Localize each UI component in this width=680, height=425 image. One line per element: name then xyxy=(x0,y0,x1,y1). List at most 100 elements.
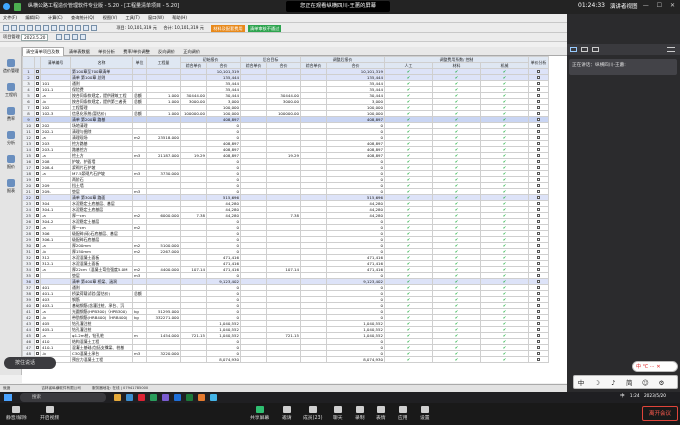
checkbox-icon[interactable] xyxy=(537,268,540,271)
col-name[interactable]: 名称 xyxy=(70,56,133,69)
hold-to-talk-button[interactable]: 按住说话 xyxy=(4,357,56,369)
cut-icon[interactable] xyxy=(35,25,41,31)
checkbox-icon[interactable] xyxy=(537,352,540,355)
reactions-button[interactable]: 表情 xyxy=(376,406,386,421)
cell-analysis[interactable] xyxy=(528,356,549,363)
checkbox-icon[interactable] xyxy=(537,232,540,235)
checkbox-icon[interactable] xyxy=(537,130,540,133)
save-icon[interactable] xyxy=(19,25,25,31)
checkbox-icon[interactable] xyxy=(537,118,540,121)
cell-t3[interactable]: 8,074,930 xyxy=(326,356,385,363)
new-icon[interactable] xyxy=(3,25,9,31)
checkbox-icon[interactable] xyxy=(36,214,39,217)
checkbox-icon[interactable] xyxy=(537,244,540,247)
checkbox-icon[interactable] xyxy=(36,298,39,301)
checkbox-icon[interactable] xyxy=(537,82,540,85)
nav-rate[interactable]: 费率 xyxy=(0,107,22,122)
edge-icon[interactable] xyxy=(126,394,133,401)
checkbox-icon[interactable] xyxy=(537,184,540,187)
checkbox-icon[interactable] xyxy=(36,292,39,295)
print-icon[interactable] xyxy=(27,25,33,31)
checkbox-icon[interactable] xyxy=(537,316,540,319)
cell-unit[interactable] xyxy=(132,356,147,363)
sort-icon[interactable] xyxy=(91,25,97,31)
checkbox-icon[interactable] xyxy=(537,124,540,127)
checkbox-icon[interactable] xyxy=(36,208,39,211)
window-icon[interactable] xyxy=(570,47,577,52)
window-controls[interactable]: — ☐ ✕ xyxy=(643,2,678,9)
cell-name[interactable]: 预应力混凝土工程 xyxy=(70,356,133,363)
cell-t1[interactable]: 8,074,930 xyxy=(206,356,241,363)
checkbox-icon[interactable] xyxy=(537,298,540,301)
list-icon[interactable] xyxy=(592,47,599,52)
checkbox-icon[interactable] xyxy=(537,70,540,73)
calculator-icon[interactable] xyxy=(75,25,81,31)
share-screen-button[interactable]: 共享屏幕 xyxy=(250,406,269,421)
ime-settings[interactable]: ⚙ xyxy=(654,376,668,390)
cell-qty[interactable] xyxy=(146,356,181,363)
col-unit[interactable]: 单位 xyxy=(132,56,147,69)
checkbox-icon[interactable] xyxy=(36,244,39,247)
checkbox-icon[interactable] xyxy=(537,292,540,295)
speaker-view-button[interactable]: 演讲者视图 xyxy=(610,2,638,10)
app-red-icon[interactable] xyxy=(138,394,145,401)
word-icon[interactable] xyxy=(174,394,181,401)
checkbox-icon[interactable] xyxy=(36,346,39,349)
cell-p3[interactable] xyxy=(300,356,327,363)
windows-icon[interactable] xyxy=(4,394,12,401)
table-row[interactable]: 49411预应力混凝土工程8,074,9308,074,930✔✔✔ xyxy=(22,356,549,363)
cell-coeff-check[interactable]: ✔ xyxy=(480,356,529,363)
app-green-icon[interactable] xyxy=(150,394,157,401)
ime-chinese[interactable]: 中 xyxy=(574,376,588,390)
cell-name[interactable]: 基础钢筋(含灌注桩、承台、沉 xyxy=(70,302,133,309)
checkbox-icon[interactable] xyxy=(36,178,39,181)
nav-analysis[interactable]: 分析 xyxy=(0,131,22,146)
checkbox-icon[interactable] xyxy=(537,76,540,79)
mute-button[interactable]: 静音/解除 xyxy=(6,406,27,421)
ime-simplified[interactable]: 简 xyxy=(622,376,636,390)
checkbox-icon[interactable] xyxy=(36,118,39,121)
checkbox-icon[interactable] xyxy=(537,172,540,175)
nav-price[interactable]: 报价 xyxy=(0,155,22,170)
menu-query[interactable]: 查询统计(Q) xyxy=(71,14,94,22)
checkbox-icon[interactable] xyxy=(36,136,39,139)
menu-help[interactable]: 帮助(H) xyxy=(172,14,187,22)
invite-button[interactable]: 邀请 xyxy=(282,406,292,421)
cell-p1[interactable]: 100000.00 xyxy=(180,110,207,117)
col-qty[interactable]: 工程量 xyxy=(146,56,181,69)
checkbox-icon[interactable] xyxy=(36,124,39,127)
checkbox-icon[interactable] xyxy=(36,148,39,151)
checkbox-icon[interactable] xyxy=(36,184,39,187)
cell-coeff-check[interactable]: ✔ xyxy=(384,356,433,363)
checkbox-icon[interactable] xyxy=(36,106,39,109)
checkbox-icon[interactable] xyxy=(537,208,540,211)
menu-file[interactable]: 文件(F) xyxy=(3,14,17,22)
cell-name[interactable]: 按合同条款规定，提供建筑工程 xyxy=(70,92,133,99)
checkbox-icon[interactable] xyxy=(36,286,39,289)
ime-status-pill[interactable]: 中 ℃ ⋯ ✕ xyxy=(632,361,678,372)
checkbox-icon[interactable] xyxy=(36,166,39,169)
checkbox-icon[interactable] xyxy=(36,142,39,145)
checkbox-icon[interactable] xyxy=(36,250,39,253)
checkbox-icon[interactable] xyxy=(537,274,540,277)
checkbox-icon[interactable] xyxy=(36,220,39,223)
checkbox-icon[interactable] xyxy=(36,76,39,79)
checkbox-icon[interactable] xyxy=(537,334,540,337)
checkbox-icon[interactable] xyxy=(36,112,39,115)
menu-window[interactable]: 窗口(W) xyxy=(148,14,164,22)
checkbox-icon[interactable] xyxy=(36,322,39,325)
checkbox-icon[interactable] xyxy=(537,328,540,331)
checkbox-icon[interactable] xyxy=(537,262,540,265)
members-button[interactable]: 成员(23) xyxy=(303,406,322,421)
tab-clear[interactable]: 清空清单项目及数 xyxy=(22,47,64,56)
cell-name[interactable]: 按合同条款规定，提供第三者责 xyxy=(70,98,133,105)
menu-icon[interactable] xyxy=(667,47,675,52)
col-unit-analysis[interactable]: 单价分析 xyxy=(528,56,549,69)
checkbox-icon[interactable] xyxy=(36,262,39,265)
checkbox-icon[interactable] xyxy=(36,274,39,277)
filter-icon[interactable] xyxy=(83,25,89,31)
checkbox-icon[interactable] xyxy=(36,310,39,313)
checkbox-icon[interactable] xyxy=(537,346,540,349)
checkbox-icon[interactable] xyxy=(537,358,540,361)
app-purple-icon[interactable] xyxy=(162,394,169,401)
